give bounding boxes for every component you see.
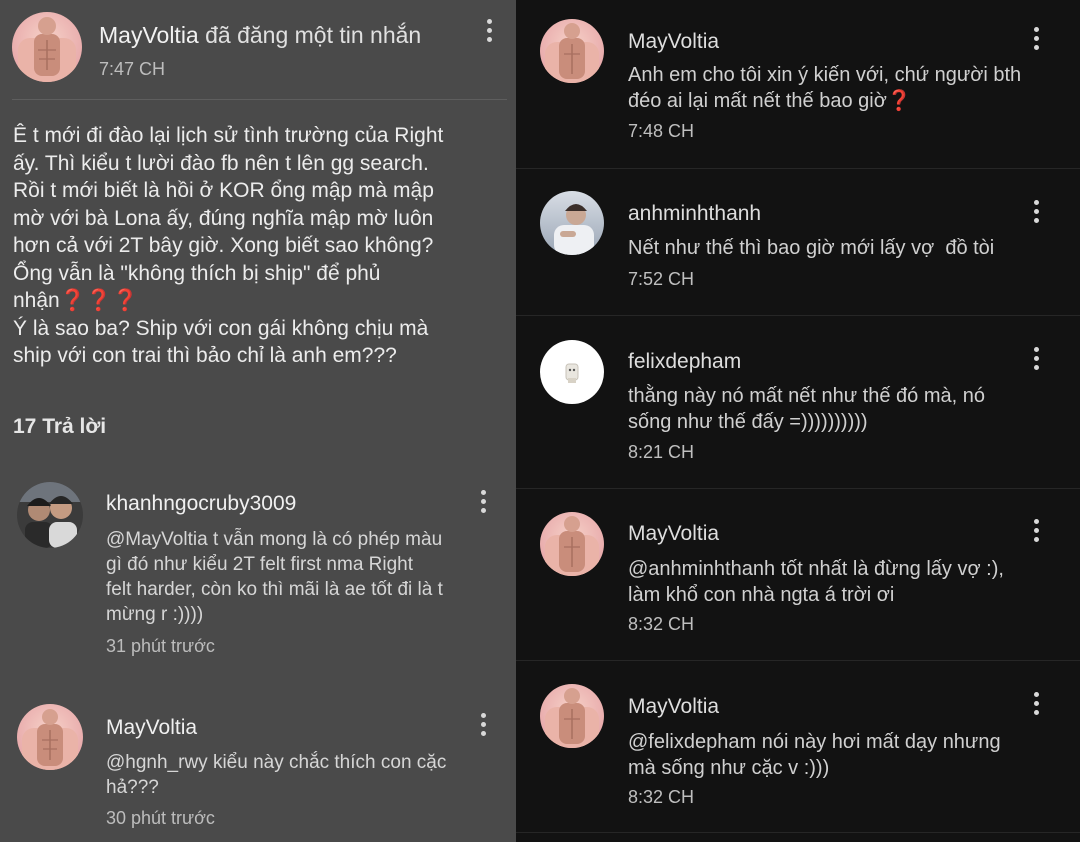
message-text: @felixdepham nói này hơi mất dạy nhưng m… [628,731,1001,779]
more-options-icon[interactable] [473,484,493,518]
divider [516,168,1080,169]
message-text: @anhminhthanh tốt nhất là đừng lấy vợ :)… [628,558,1004,606]
post-panel: MayVoltia đã đăng một tin nhắn 7:47 CH Ê… [0,0,516,842]
message-author[interactable]: MayVoltia [628,522,719,546]
reply-time: 30 phút trước [106,808,215,828]
post-time: 7:47 CH [99,59,166,79]
question-emoji: ❓❓❓ [59,289,139,312]
message-author[interactable]: anhminhthanh [628,202,761,226]
reply-author[interactable]: khanhngocruby3009 [106,492,296,516]
post-author[interactable]: MayVoltia [99,22,199,48]
divider [516,832,1080,833]
message-time: 7:52 CH [628,269,695,289]
message-time: 8:21 CH [628,442,695,462]
divider [516,315,1080,316]
avatar-mayvoltia[interactable] [540,512,604,576]
message-time: 7:48 CH [628,121,695,141]
message-text: thằng này nó mất nết như thế đó mà, nó s… [628,385,985,433]
post-body: Ê t mới đi đào lại lịch sử tình trường c… [13,122,508,370]
divider [12,99,507,100]
more-options-icon[interactable] [473,707,493,741]
message-time: 8:32 CH [628,614,695,634]
more-options-icon[interactable] [1026,513,1046,547]
avatar-mayvoltia[interactable] [540,684,604,748]
message-text: Anh em cho tôi xin ý kiến với, chứ người… [628,64,1022,112]
divider [516,488,1080,489]
reply-time: 31 phút trước [106,636,215,656]
avatar-mayvoltia[interactable] [12,12,82,82]
post-action: đã đăng một tin nhắn [198,22,422,48]
reply-author[interactable]: MayVoltia [106,716,197,740]
reply-count: 17 Trả lời [13,415,107,438]
divider [516,660,1080,661]
more-options-icon[interactable] [1026,21,1046,55]
message-author[interactable]: MayVoltia [628,695,719,719]
more-options-icon[interactable] [1026,194,1046,228]
avatar-mayvoltia[interactable] [17,704,83,770]
avatar-anhminhthanh[interactable] [540,191,604,255]
message-author[interactable]: MayVoltia [628,30,719,54]
message-text: Nết như thế thì bao giờ mới lấy vợ đồ tò… [628,237,995,259]
question-emoji: ❓ [886,90,912,112]
post-body-tail: Ý là sao ba? Ship với con gái không chịu… [13,316,429,368]
more-options-icon[interactable] [1026,341,1046,375]
more-options-icon[interactable] [1026,686,1046,720]
avatar-khanhngocruby3009[interactable] [17,482,83,548]
reply-text: @MayVoltia t vẫn mong là có phép màu gì … [106,529,443,625]
avatar-mayvoltia[interactable] [540,19,604,83]
avatar-felixdepham[interactable] [540,340,604,404]
message-author[interactable]: felixdepham [628,350,741,374]
reply-text: @hgnh_rwy kiểu này chắc thích con cặc hả… [106,752,447,798]
message-time: 8:32 CH [628,787,695,807]
more-options-icon[interactable] [479,13,499,47]
post-body-text: Ê t mới đi đào lại lịch sử tình trường c… [13,124,444,312]
thread-panel: MayVoltia Anh em cho tôi xin ý kiến với,… [516,0,1080,842]
post-header: MayVoltia đã đăng một tin nhắn [99,22,421,49]
